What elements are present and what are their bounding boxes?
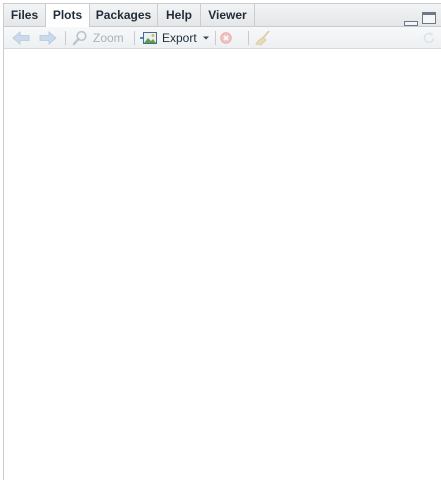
image-export-icon bbox=[140, 32, 157, 44]
plots-pane: Files Plots Packages Help Viewer Zoom Ex… bbox=[3, 3, 441, 481]
refresh-button[interactable] bbox=[422, 30, 436, 46]
maximize-icon[interactable] bbox=[422, 11, 436, 24]
tab-packages-label: Packages bbox=[95, 8, 152, 22]
arrow-right-icon bbox=[39, 31, 57, 45]
tab-viewer[interactable]: Viewer bbox=[201, 4, 255, 27]
magnifier-icon bbox=[72, 30, 87, 46]
tab-help-label: Help bbox=[165, 8, 192, 22]
remove-plot-button[interactable] bbox=[220, 30, 234, 46]
remove-plot-icon bbox=[220, 32, 232, 44]
tab-help[interactable]: Help bbox=[158, 4, 201, 27]
export-button[interactable]: Export bbox=[140, 30, 212, 46]
broom-icon bbox=[255, 30, 270, 46]
toolbar-separator bbox=[134, 31, 135, 45]
toolbar-separator bbox=[248, 31, 249, 45]
toolbar-separator bbox=[65, 31, 66, 45]
tab-plots[interactable]: Plots bbox=[45, 4, 90, 28]
tab-files-label: Files bbox=[10, 8, 39, 22]
tab-plots-label: Plots bbox=[52, 8, 83, 22]
tab-bar: Files Plots Packages Help Viewer bbox=[4, 4, 441, 28]
refresh-icon bbox=[423, 32, 435, 44]
tab-files[interactable]: Files bbox=[4, 4, 46, 27]
tab-packages[interactable]: Packages bbox=[90, 4, 158, 27]
clear-all-button[interactable] bbox=[255, 30, 273, 46]
chevron-down-icon bbox=[202, 36, 209, 40]
export-label: Export bbox=[162, 31, 197, 45]
minimize-icon[interactable] bbox=[404, 13, 418, 26]
zoom-label: Zoom bbox=[93, 31, 124, 45]
arrow-left-icon bbox=[12, 31, 30, 45]
plots-toolbar: Zoom Export bbox=[4, 27, 441, 49]
plot-area bbox=[4, 49, 441, 481]
toolbar-separator bbox=[215, 31, 216, 45]
zoom-button[interactable]: Zoom bbox=[72, 30, 128, 46]
back-button[interactable] bbox=[12, 30, 30, 46]
forward-button[interactable] bbox=[39, 30, 57, 46]
tab-viewer-label: Viewer bbox=[208, 8, 247, 22]
